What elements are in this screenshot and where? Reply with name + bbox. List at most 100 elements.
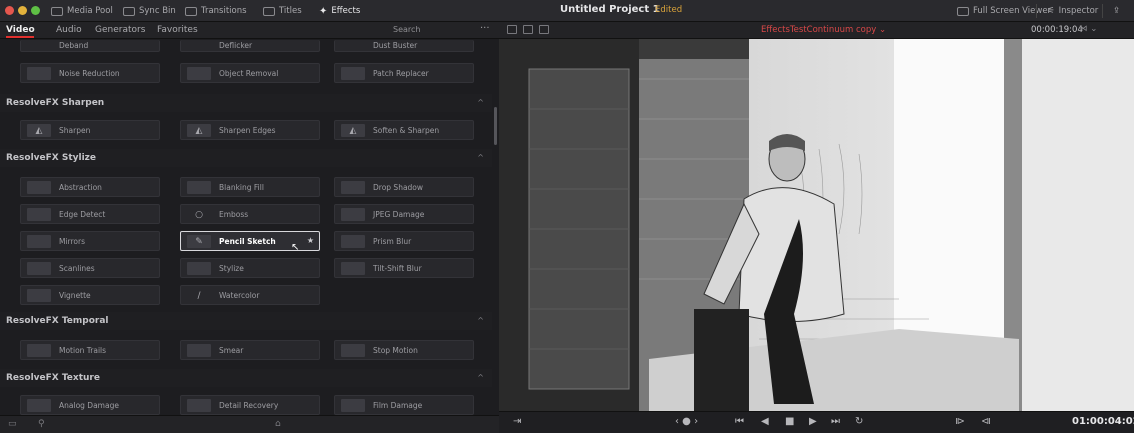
effects-icon: ✦ xyxy=(319,5,328,17)
timeline-icon[interactable]: ▭ xyxy=(8,419,17,429)
effect-thumbnail-icon xyxy=(27,235,51,248)
effect-tile[interactable]: Noise Reduction xyxy=(20,63,160,83)
effect-thumbnail-icon xyxy=(27,262,51,275)
effect-tile[interactable]: Detail Recovery xyxy=(180,395,320,415)
section-header-stylize[interactable]: ResolveFX Stylize ^ xyxy=(0,149,492,167)
cinema-viewer-icon[interactable] xyxy=(539,25,549,34)
effect-tile[interactable]: Tilt-Shift Blur xyxy=(334,258,474,278)
titles-icon xyxy=(263,6,275,16)
library-scrollbar[interactable] xyxy=(494,107,497,145)
effect-tile[interactable]: Edge Detect xyxy=(20,204,160,224)
search-field[interactable]: Search xyxy=(393,25,420,34)
lock-icon[interactable]: ⌂ xyxy=(275,419,281,429)
effect-thumbnail-icon xyxy=(341,67,365,80)
tab-audio[interactable]: Audio xyxy=(56,25,82,35)
go-to-start-icon[interactable]: ⏮ xyxy=(735,416,744,427)
minimize-window-button[interactable] xyxy=(18,6,27,15)
viewer-options-icon[interactable]: ⋊ ⌄ xyxy=(1079,24,1097,34)
effects-button[interactable]: ✦ Effects xyxy=(314,3,365,19)
clip-view-icon[interactable]: ⇥ xyxy=(513,416,521,427)
jog-control[interactable]: ‹ ● › xyxy=(675,416,698,427)
window-controls xyxy=(5,6,40,15)
chevron-up-icon: ^ xyxy=(477,316,484,325)
effect-tile[interactable]: Vignette xyxy=(20,285,160,305)
effect-tile[interactable]: ◭ Sharpen xyxy=(20,120,160,140)
effect-tile[interactable]: Stop Motion xyxy=(334,340,474,360)
effect-tile[interactable]: Film Damage xyxy=(334,395,474,415)
favorite-star-icon[interactable]: ★ xyxy=(307,236,314,245)
chevron-up-icon: ^ xyxy=(477,153,484,162)
effect-tile[interactable]: Abstraction xyxy=(20,177,160,197)
effect-tile[interactable]: Motion Trails xyxy=(20,340,160,360)
titles-button[interactable]: Titles xyxy=(258,3,307,19)
effect-thumbnail-icon xyxy=(27,67,51,80)
single-viewer-icon[interactable] xyxy=(507,25,517,34)
effect-thumbnail-icon xyxy=(187,344,211,357)
mark-out-icon[interactable]: ⧏ xyxy=(981,416,991,427)
stop-icon[interactable]: ■ xyxy=(785,416,794,427)
video-viewer[interactable] xyxy=(499,39,1134,411)
effect-thumbnail-icon xyxy=(27,399,51,412)
clip-name-dropdown[interactable]: EffectsTestContinuum copy ⌄ xyxy=(761,25,886,35)
transport-bar: ⇥ ‹ ● › ⏮ ◀ ■ ▶ ⏭ ↻ ⧐ ⧏ 01:00:04:02 xyxy=(499,411,1134,433)
play-reverse-icon[interactable]: ◀ xyxy=(761,416,769,427)
play-icon[interactable]: ▶ xyxy=(809,416,817,427)
tab-generators[interactable]: Generators xyxy=(95,25,145,35)
effect-thumbnail-icon xyxy=(341,181,365,194)
sync-bin-icon xyxy=(123,6,135,16)
section-header-temporal[interactable]: ResolveFX Temporal ^ xyxy=(0,312,492,330)
library-footer: ▭ ⚲ ⌂ xyxy=(0,415,499,433)
effect-thumbnail-icon xyxy=(187,181,211,194)
effect-thumbnail-icon xyxy=(27,208,51,221)
video-frame xyxy=(499,39,1134,411)
go-to-end-icon[interactable]: ⏭ xyxy=(831,416,840,427)
effect-tile[interactable]: Smear xyxy=(180,340,320,360)
record-timecode: 01:00:04:02 xyxy=(1072,416,1134,427)
link-icon[interactable]: ⚲ xyxy=(38,419,45,429)
transitions-button[interactable]: Transitions xyxy=(180,3,252,19)
effect-tile[interactable]: Deflicker xyxy=(180,40,320,52)
full-screen-icon xyxy=(957,6,969,16)
inspector-button[interactable]: ⚟ Inspector xyxy=(1042,3,1103,19)
effect-thumbnail-icon xyxy=(27,344,51,357)
tab-favorites[interactable]: Favorites xyxy=(157,25,198,35)
section-header-texture[interactable]: ResolveFX Texture ^ xyxy=(0,369,492,387)
loop-icon[interactable]: ↻ xyxy=(855,416,863,427)
effect-tile[interactable]: Prism Blur xyxy=(334,231,474,251)
media-pool-button[interactable]: Media Pool xyxy=(46,3,118,19)
share-button[interactable]: ⇪ xyxy=(1108,3,1125,19)
effect-tile[interactable]: JPEG Damage xyxy=(334,204,474,224)
viewer-layout-icons xyxy=(507,25,549,34)
effect-tile[interactable]: ∕ Watercolor xyxy=(180,285,320,305)
tab-video[interactable]: Video xyxy=(6,25,35,35)
library-tabs: Video Audio Generators Favorites Search … xyxy=(0,22,499,39)
effect-tile[interactable]: Stylize xyxy=(180,258,320,278)
transitions-icon xyxy=(185,6,197,16)
effect-tile[interactable]: ○ Emboss xyxy=(180,204,320,224)
close-window-button[interactable] xyxy=(5,6,14,15)
full-screen-viewer-button[interactable]: Full Screen Viewer xyxy=(952,3,1056,19)
effect-thumbnail-icon xyxy=(27,181,51,194)
effect-tile[interactable]: Scanlines xyxy=(20,258,160,278)
effect-tile[interactable]: ◭ Soften & Sharpen xyxy=(334,120,474,140)
mark-in-icon[interactable]: ⧐ xyxy=(955,416,965,427)
media-pool-icon xyxy=(51,6,63,16)
effect-thumbnail-icon xyxy=(341,235,365,248)
dual-viewer-icon[interactable] xyxy=(523,25,533,34)
more-options-button[interactable]: ··· xyxy=(480,23,490,34)
effect-tile[interactable]: Blanking Fill xyxy=(180,177,320,197)
effect-tile[interactable]: Object Removal xyxy=(180,63,320,83)
effect-tile[interactable]: ◭ Sharpen Edges xyxy=(180,120,320,140)
effect-tile[interactable]: Drop Shadow xyxy=(334,177,474,197)
watercolor-icon: ∕ xyxy=(197,290,201,301)
section-header-sharpen[interactable]: ResolveFX Sharpen ^ xyxy=(0,94,492,112)
zoom-window-button[interactable] xyxy=(31,6,40,15)
effect-tile[interactable]: Dust Buster xyxy=(334,40,474,52)
share-icon: ⇪ xyxy=(1113,6,1121,16)
effect-tile[interactable]: Patch Replacer xyxy=(334,63,474,83)
effect-tile[interactable]: Analog Damage xyxy=(20,395,160,415)
effect-tile[interactable]: Mirrors xyxy=(20,231,160,251)
sync-bin-button[interactable]: Sync Bin xyxy=(118,3,181,19)
effect-tile[interactable]: Deband xyxy=(20,40,160,52)
effect-tile-selected[interactable]: ✎ Pencil Sketch ★ ↖ xyxy=(180,231,320,253)
